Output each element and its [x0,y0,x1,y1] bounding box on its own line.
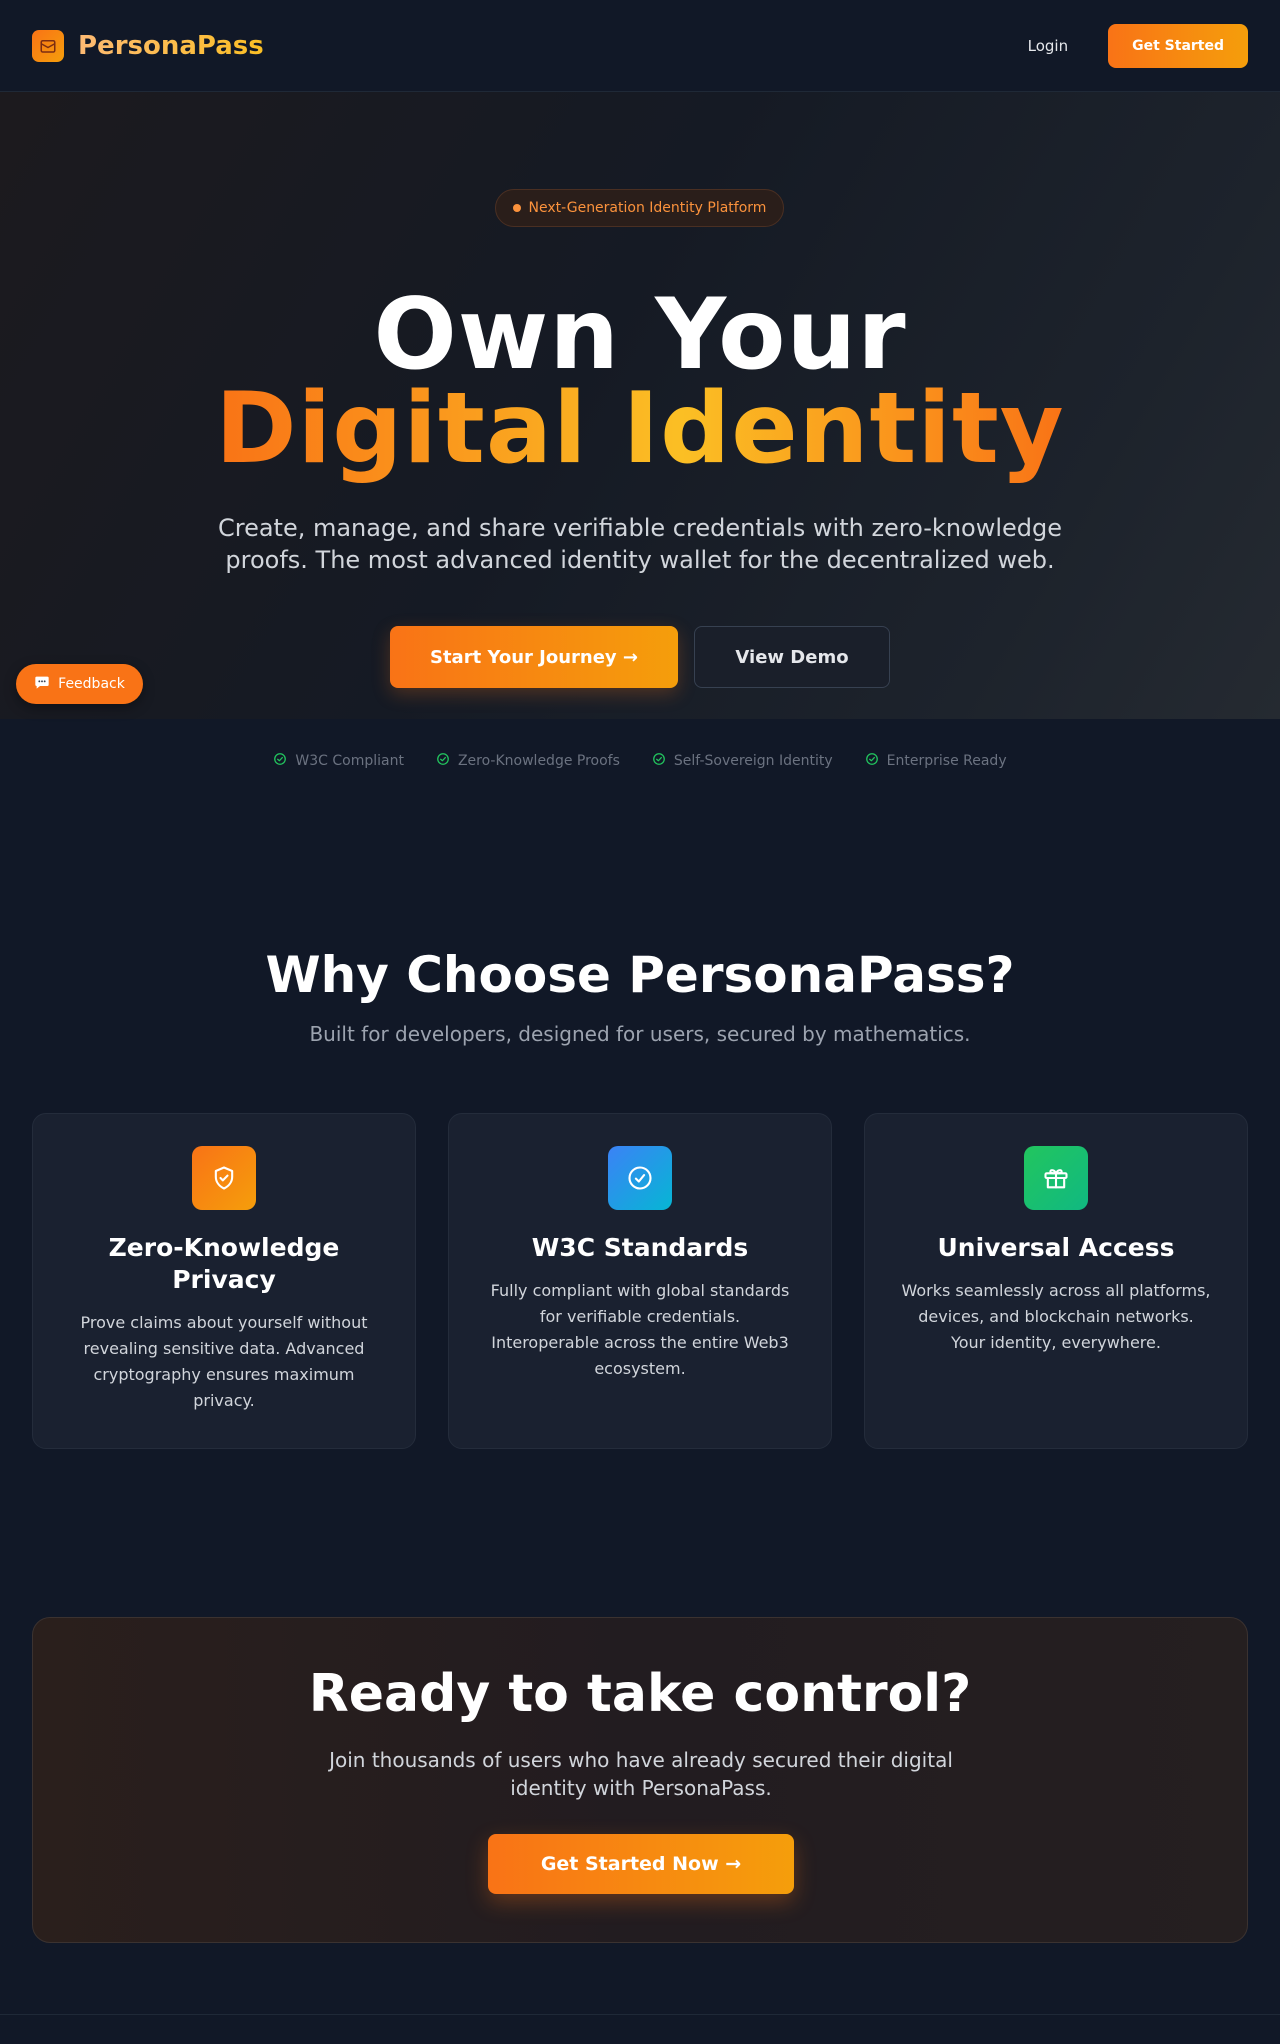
login-link[interactable]: Login [1012,27,1084,65]
nav-actions: Login Get Started [1012,23,1248,68]
feedback-button[interactable]: Feedback [16,664,143,704]
badge-dot-icon [512,204,521,212]
check-circle-icon [436,752,450,770]
footer-divider [0,2014,1280,2015]
trust-indicators: W3C Compliant Zero-Knowledge Proofs Self… [0,752,1280,770]
wallet-icon [32,29,64,62]
features-title: Why Choose PersonaPass? [265,946,1015,1004]
feature-card-description: Fully compliant with global standards fo… [490,1281,790,1378]
cta-subtitle: Join thousands of users who have already… [329,1748,953,1800]
hero-section: Next-Generation Identity Platform Own Yo… [0,92,1280,719]
brand[interactable]: PersonaPass [32,29,264,62]
trust-item-label: Enterprise Ready [886,753,1007,769]
features-subtitle: Built for developers, designed for users… [309,1022,971,1046]
feature-card-title: Zero-Knowledge Privacy [108,1233,340,1294]
feature-card: Universal Access Works seamlessly across… [864,1113,1248,1449]
hero-subtitle: Create, manage, and share verifiable cre… [217,514,1063,574]
hero-title-highlight: Digital Identity [215,372,1065,486]
start-journey-button[interactable]: Start Your Journey → [390,626,678,688]
feature-cards: Zero-Knowledge Privacy Prove claims abou… [32,1113,1248,1449]
feature-card-description: Prove claims about yourself without reve… [80,1313,368,1410]
top-navigation: PersonaPass Login Get Started [0,0,1280,92]
hero-actions: Start Your Journey → View Demo [0,626,1280,688]
check-circle-icon [652,752,666,770]
trust-item: Zero-Knowledge Proofs [436,752,620,770]
feature-card-title: W3C Standards [531,1233,749,1262]
hero-badge-label: Next-Generation Identity Platform [528,200,767,216]
hero-title-line2: Digital Identity [0,378,1280,481]
get-started-now-button[interactable]: Get Started Now → [488,1834,794,1894]
feedback-label: Feedback [58,676,125,692]
feature-card: W3C Standards Fully compliant with globa… [448,1113,832,1449]
cta-title: Ready to take control? [308,1664,972,1724]
trust-item: Self-Sovereign Identity [652,752,833,770]
trust-item: W3C Compliant [273,752,404,770]
view-demo-button[interactable]: View Demo [694,626,890,688]
hero-badge: Next-Generation Identity Platform [495,189,784,227]
trust-item: Enterprise Ready [865,752,1007,770]
feature-card-title: Universal Access [937,1233,1175,1262]
trust-item-label: W3C Compliant [295,753,404,769]
cta-section: Ready to take control? Join thousands of… [32,1617,1248,1943]
gift-icon [1024,1146,1088,1210]
speech-bubble-icon [34,674,50,694]
feature-card-description: Works seamlessly across all platforms, d… [901,1281,1211,1352]
shield-check-icon [192,1146,256,1210]
get-started-button[interactable]: Get Started [1108,23,1248,68]
check-circle-icon [608,1146,672,1210]
trust-item-label: Zero-Knowledge Proofs [457,753,620,769]
brand-name: PersonaPass [78,30,264,61]
check-circle-icon [273,752,287,770]
trust-item-label: Self-Sovereign Identity [673,753,833,769]
check-circle-icon [865,752,879,770]
feature-card: Zero-Knowledge Privacy Prove claims abou… [32,1113,416,1449]
